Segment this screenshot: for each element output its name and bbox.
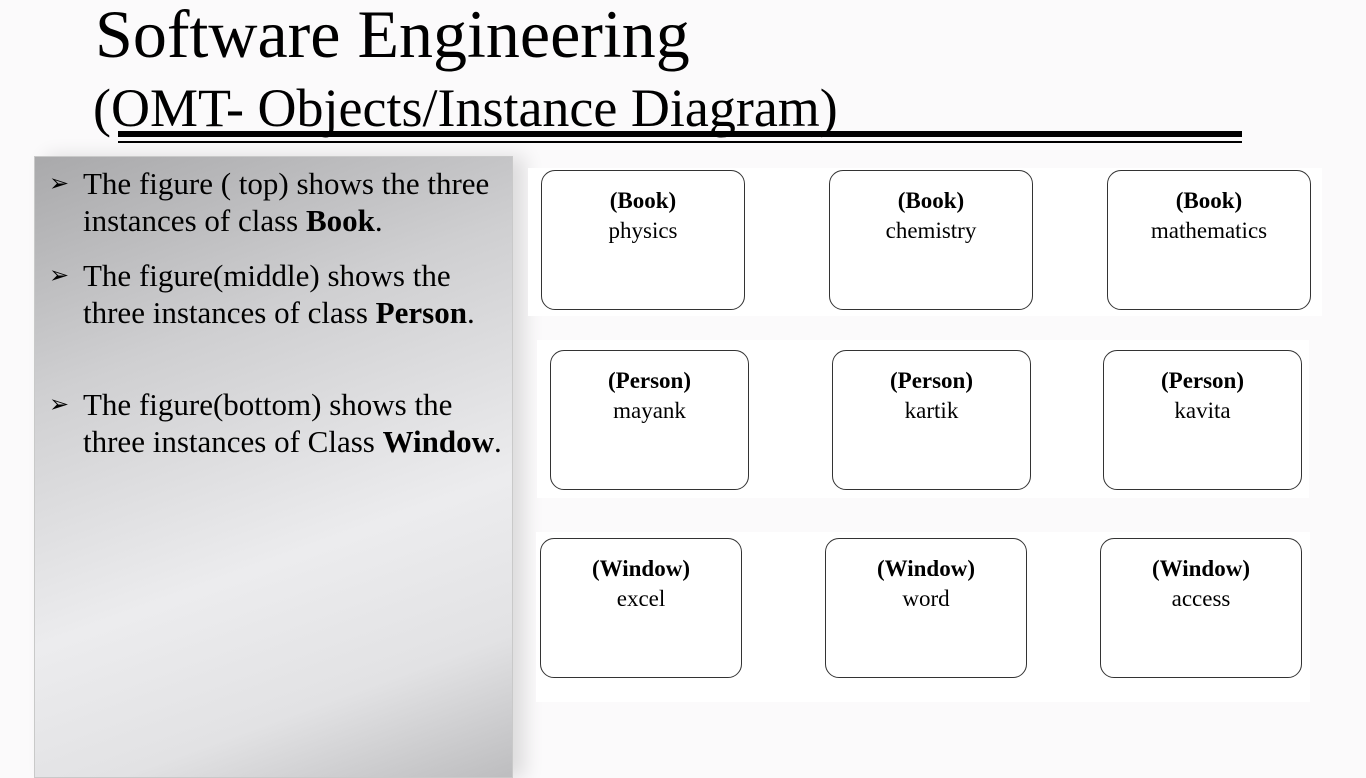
object-class: (Window)	[877, 556, 975, 581]
object-class: (Person)	[1160, 368, 1245, 393]
bullet-text: The figure(middle) shows the three insta…	[83, 258, 475, 330]
bullet-item-book: ➢ The figure ( top) shows the three inst…	[49, 165, 509, 239]
object-class: (Person)	[607, 368, 692, 393]
object-name: mayank	[613, 398, 686, 423]
object-name: kartik	[904, 398, 959, 423]
bullet-text: The figure ( top) shows the three instan…	[83, 166, 490, 238]
arrow-bullet-icon: ➢	[49, 261, 70, 289]
object-box: (Book) chemistry	[829, 170, 1033, 310]
object-name: excel	[616, 586, 666, 611]
class-name-person: Person	[375, 295, 467, 330]
class-name-window: Window	[382, 424, 495, 459]
class-name-book: Book	[305, 203, 375, 238]
object-class: (Window)	[1152, 556, 1250, 581]
object-name: physics	[608, 218, 678, 243]
bullet-item-person: ➢ The figure(middle) shows the three ins…	[49, 257, 509, 331]
arrow-bullet-icon: ➢	[49, 390, 70, 418]
object-box: (Book) mathematics	[1107, 170, 1311, 310]
bullet-panel: ➢ The figure ( top) shows the three inst…	[34, 156, 513, 778]
title-underline-thick	[118, 131, 1242, 137]
bullet-text: The figure(bottom) shows the three insta…	[83, 387, 502, 459]
object-box: (Person) kavita	[1103, 350, 1302, 490]
object-box: (Person) kartik	[832, 350, 1031, 490]
object-class: (Book)	[897, 188, 965, 213]
object-class: (Person)	[889, 368, 974, 393]
object-box: (Book) physics	[541, 170, 745, 310]
object-class: (Book)	[1175, 188, 1243, 213]
object-class: (Book)	[609, 188, 677, 213]
object-name: mathematics	[1150, 218, 1268, 243]
arrow-bullet-icon: ➢	[49, 169, 70, 197]
object-box: (Person) mayank	[550, 350, 749, 490]
slide-title: Software Engineering	[95, 0, 690, 72]
object-box: (Window) excel	[540, 538, 742, 678]
object-box: (Window) access	[1100, 538, 1302, 678]
object-name: chemistry	[885, 218, 977, 243]
object-box: (Window) word	[825, 538, 1027, 678]
object-name: word	[902, 586, 950, 611]
object-name: access	[1171, 586, 1231, 611]
title-underline-thin	[118, 141, 1242, 143]
object-class: (Window)	[592, 556, 690, 581]
object-name: kavita	[1174, 398, 1231, 423]
bullet-item-window: ➢ The figure(bottom) shows the three ins…	[49, 386, 509, 460]
